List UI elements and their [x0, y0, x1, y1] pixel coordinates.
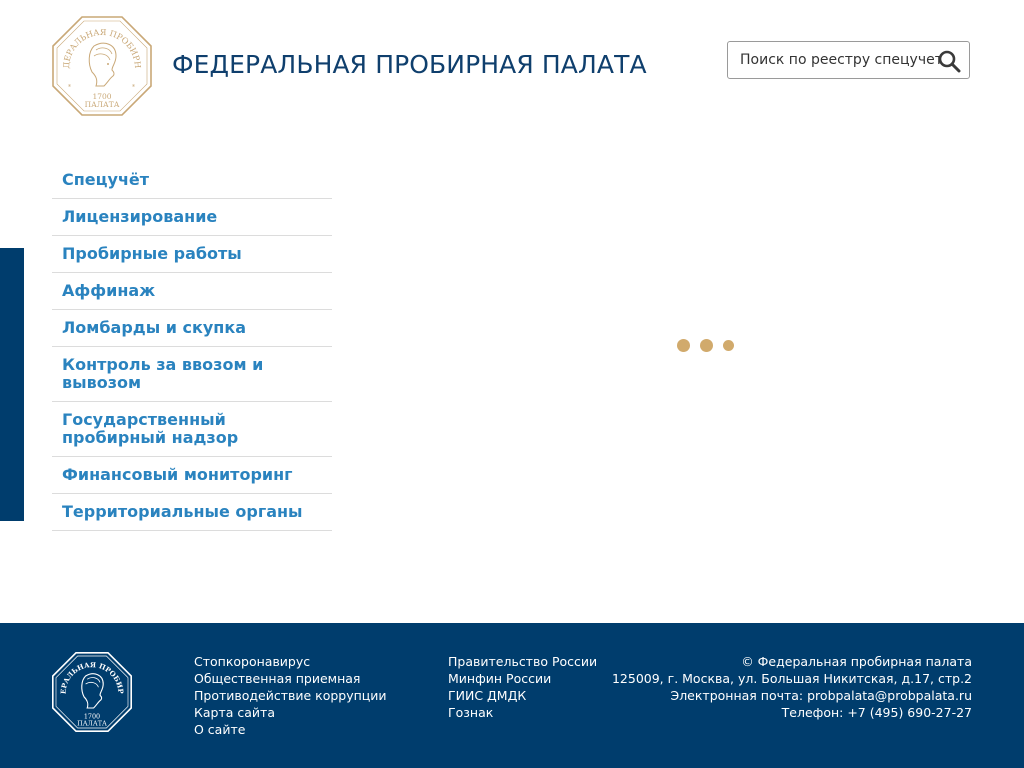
- side-accent-bar: [0, 248, 24, 521]
- loading-dot: [677, 339, 690, 352]
- footer-link-public-reception[interactable]: Общественная приемная: [194, 670, 387, 687]
- footer: ФЕДЕРАЛЬНАЯ ПРОБИРНАЯ 1700 ПАЛАТА Стопко…: [0, 623, 1024, 768]
- svg-text:ПАЛАТА: ПАЛАТА: [85, 100, 120, 109]
- search-icon[interactable]: [937, 49, 961, 73]
- footer-link-goznak[interactable]: Гознак: [448, 704, 597, 721]
- footer-phone[interactable]: Телефон: +7 (495) 690-27-27: [612, 704, 972, 721]
- nav-item-state-assay-supervision[interactable]: Государственный пробирный надзор: [52, 402, 332, 457]
- footer-address: 125009, г. Москва, ул. Большая Никитская…: [611, 671, 972, 686]
- nav-item-assay-works[interactable]: Пробирные работы: [52, 236, 332, 273]
- search-input[interactable]: [738, 51, 942, 69]
- footer-copyright: © Федеральная пробирная палата: [741, 654, 972, 669]
- nav-item-licensing[interactable]: Лицензирование: [52, 199, 332, 236]
- nav-item-import-export-control[interactable]: Контроль за ввозом и вывозом: [52, 347, 332, 402]
- footer-link-sitemap[interactable]: Карта сайта: [194, 704, 387, 721]
- footer-contacts: © Федеральная пробирная палата 125009, г…: [612, 653, 972, 721]
- nav-item-refining[interactable]: Аффинаж: [52, 273, 332, 310]
- footer-links-column-1: Стопкоронавирус Общественная приемная Пр…: [194, 653, 387, 738]
- footer-link-anti-corruption[interactable]: Противодействие коррупции: [194, 687, 387, 704]
- footer-link-about[interactable]: О сайте: [194, 721, 387, 738]
- loading-indicator: [677, 339, 734, 352]
- nav-item-specuchet[interactable]: Спецучёт: [52, 162, 332, 199]
- footer-links-column-2: Правительство России Минфин России ГИИС …: [448, 653, 597, 721]
- site-title[interactable]: ФЕДЕРАЛЬНАЯ ПРОБИРНАЯ ПАЛАТА: [172, 50, 647, 79]
- footer-link-government[interactable]: Правительство России: [448, 653, 597, 670]
- main-navigation: Спецучёт Лицензирование Пробирные работы…: [52, 162, 332, 531]
- footer-link-stopcoronavirus[interactable]: Стопкоронавирус: [194, 653, 387, 670]
- nav-item-territorial-bodies[interactable]: Территориальные органы: [52, 494, 332, 531]
- nav-item-financial-monitoring[interactable]: Финансовый мониторинг: [52, 457, 332, 494]
- nav-item-pawnshops[interactable]: Ломбарды и скупка: [52, 310, 332, 347]
- registry-search: [727, 41, 970, 79]
- footer-logo-emblem[interactable]: ФЕДЕРАЛЬНАЯ ПРОБИРНАЯ 1700 ПАЛАТА: [52, 652, 132, 732]
- svg-text:*: *: [68, 84, 71, 91]
- footer-link-giis-dmdk[interactable]: ГИИС ДМДК: [448, 687, 597, 704]
- svg-text:ПАЛАТА: ПАЛАТА: [77, 720, 107, 728]
- footer-email[interactable]: Электронная почта: probpalata@probpalata…: [612, 687, 972, 704]
- logo-emblem[interactable]: ФЕДЕРАЛЬНАЯ ПРОБИРНАЯ * * 1700 ПАЛАТА: [52, 16, 152, 116]
- footer-link-minfin[interactable]: Минфин России: [448, 670, 597, 687]
- loading-dot: [723, 340, 734, 351]
- loading-dot: [700, 339, 713, 352]
- svg-text:*: *: [132, 84, 135, 91]
